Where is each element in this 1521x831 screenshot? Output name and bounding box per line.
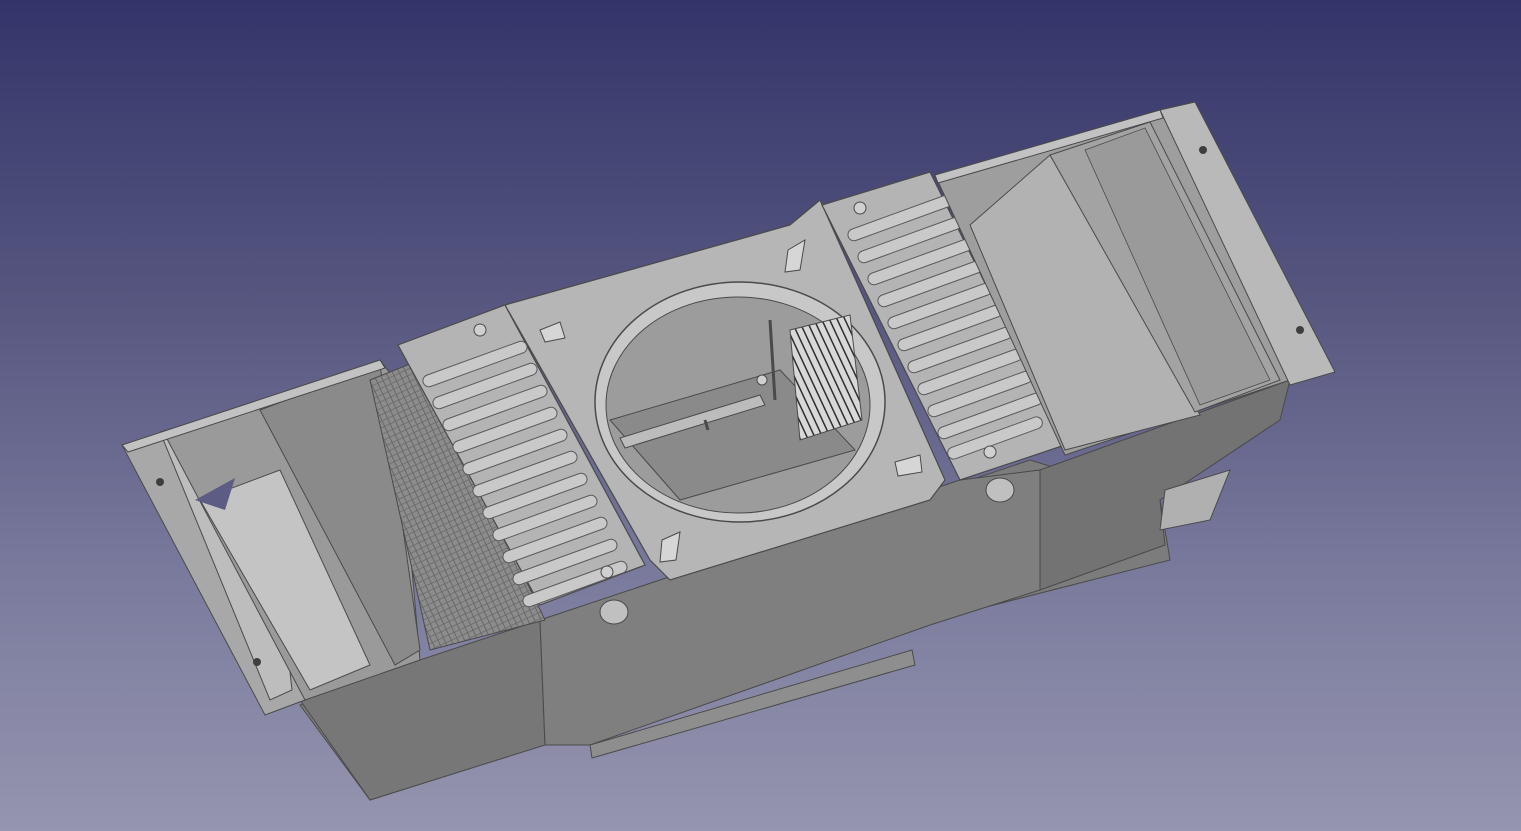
mount-hole-left-top [156,478,164,486]
mount-hole-right-bottom [1296,326,1304,334]
right-standoff [985,477,1015,503]
right-screw-top [853,201,867,215]
3d-viewport[interactable] [0,0,1521,831]
left-screw-top [473,323,487,337]
left-screw-bottom [600,565,614,579]
mount-hole-right-top [1199,146,1207,154]
left-standoff [599,599,629,625]
mount-hole-left-bottom [253,658,261,666]
fan-slats [789,314,863,441]
model-render[interactable] [0,0,1521,831]
right-screw-bottom [983,445,997,459]
